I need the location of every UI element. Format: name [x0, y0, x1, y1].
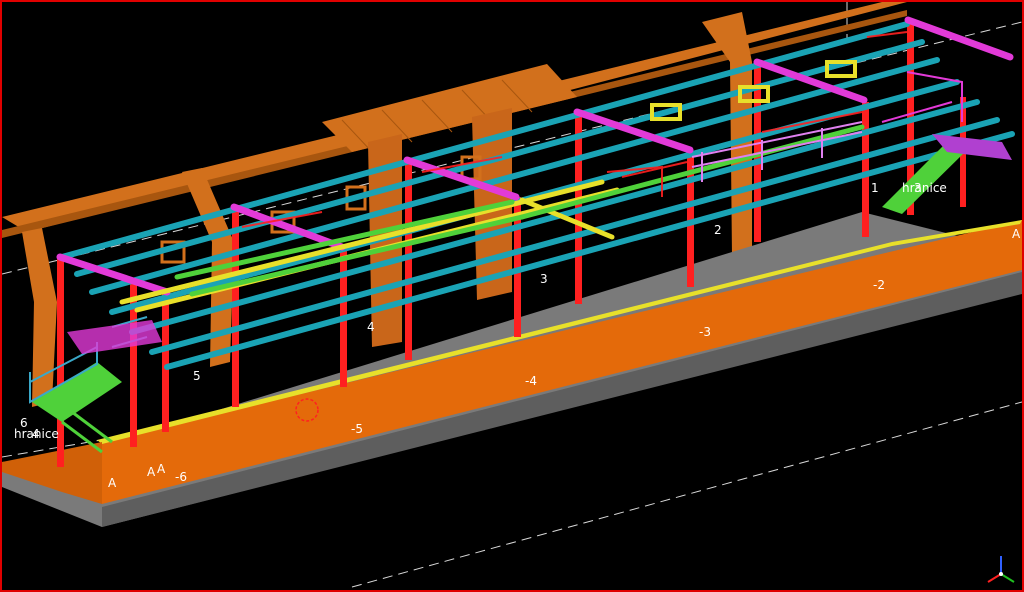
grid-label: A — [1012, 227, 1021, 241]
boundary-label: hranice — [902, 181, 947, 195]
grid-label: 2 — [714, 223, 722, 237]
grid-label: 4 — [32, 427, 40, 441]
grid-label: 5 — [193, 369, 201, 383]
grid-label: 1 — [871, 181, 879, 195]
grid-label: 4 — [367, 320, 375, 334]
grid-label: -6 — [175, 470, 187, 484]
structural-model-scene[interactable]: -2 -3 -4 -5 -6 1 2 3 4 5 6 A A A A hrani… — [2, 2, 1022, 590]
grid-label: 3 — [914, 181, 922, 195]
grid-label: -2 — [873, 278, 885, 292]
grid-label: 3 — [540, 272, 548, 286]
grid-label: A — [108, 476, 117, 490]
grid-label: -4 — [525, 374, 537, 388]
xyz-axis-icon — [987, 556, 1015, 583]
grid-label: A — [147, 465, 156, 479]
grid-label: A — [157, 462, 166, 476]
grid-label: -3 — [699, 325, 711, 339]
grid-label: -5 — [351, 422, 363, 436]
model-viewport[interactable]: -2 -3 -4 -5 -6 1 2 3 4 5 6 A A A A hrani… — [0, 0, 1024, 592]
